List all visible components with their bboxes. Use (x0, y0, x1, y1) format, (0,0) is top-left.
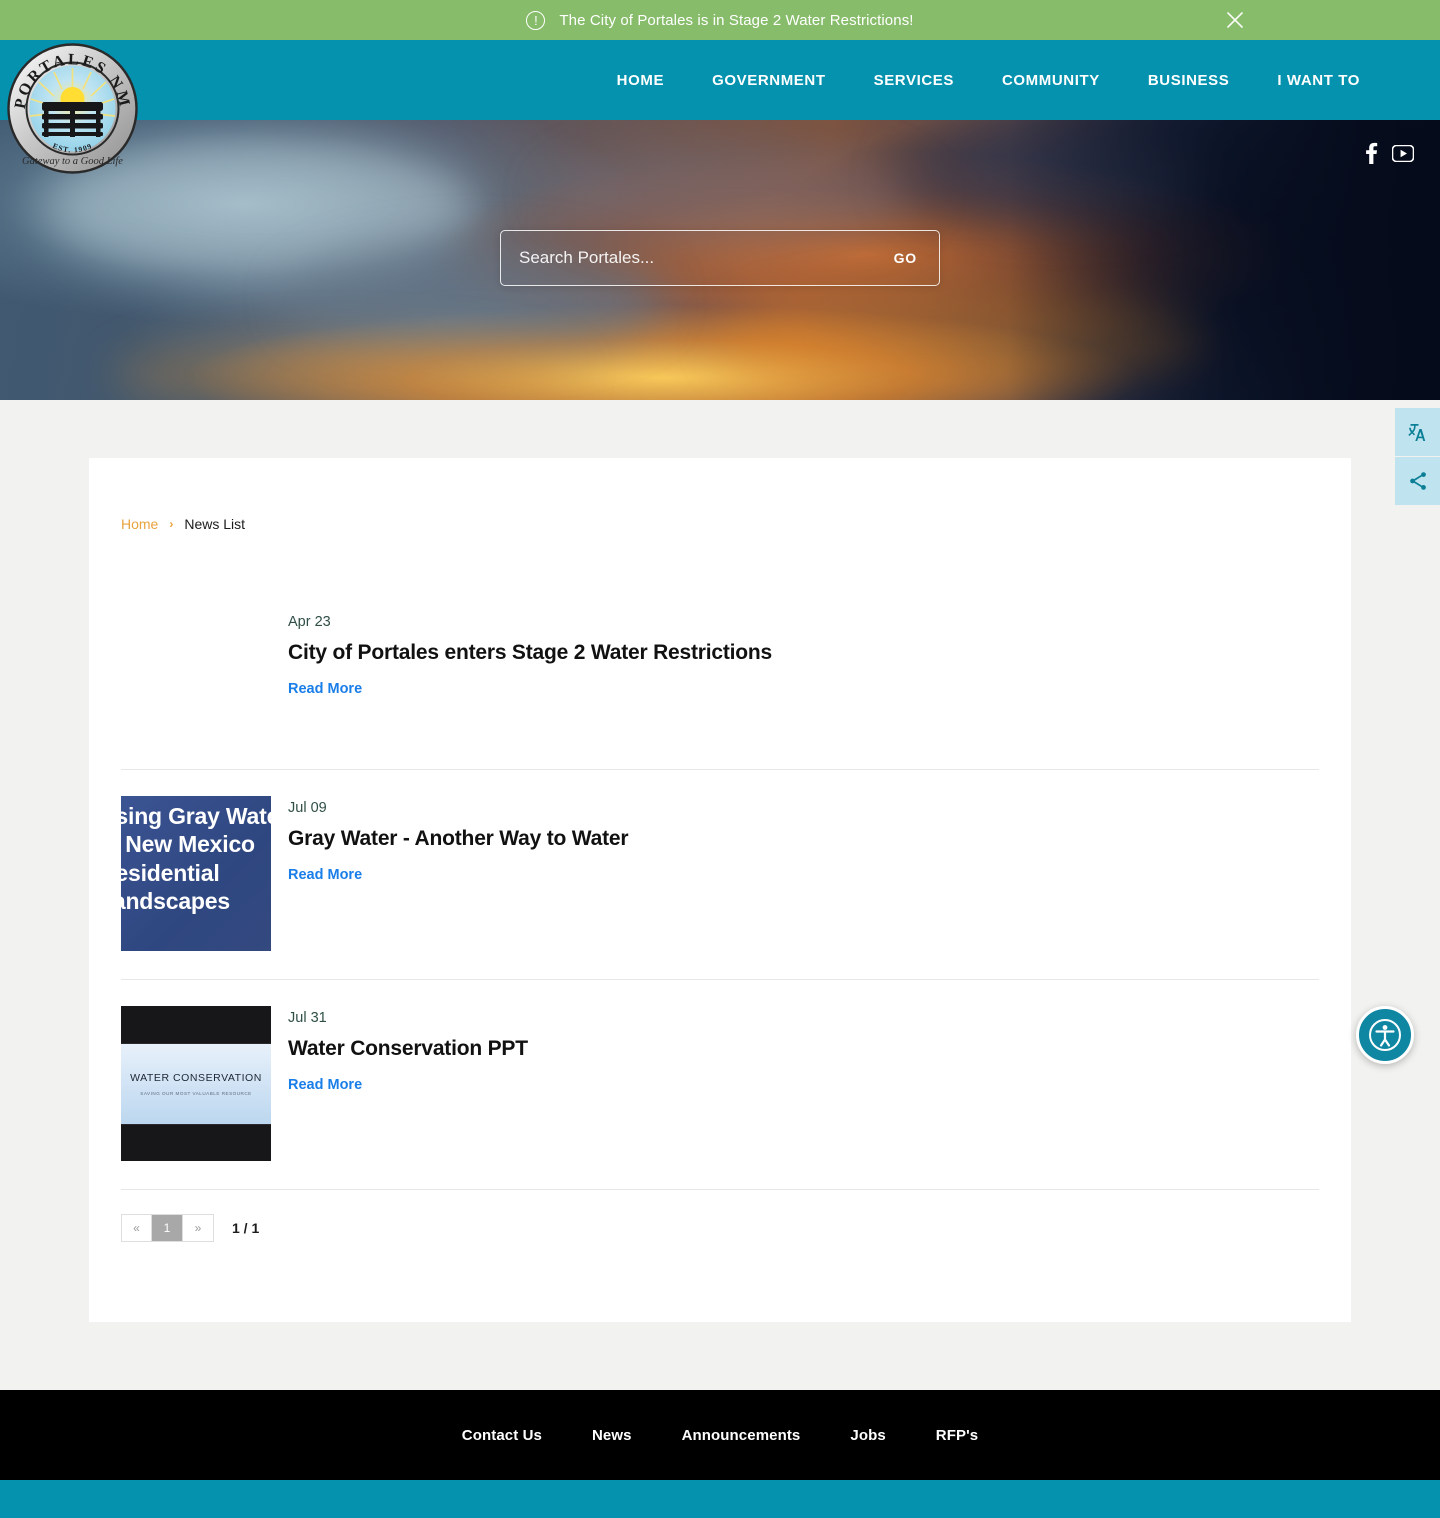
alert-bar: ! The City of Portales is in Stage 2 Wat… (0, 0, 1440, 40)
pagination: « 1 » 1 / 1 (121, 1214, 1351, 1322)
news-item-body: Apr 23 City of Portales enters Stage 2 W… (288, 610, 772, 698)
exclamation-circle-icon: ! (526, 10, 546, 30)
translate-icon[interactable] (1395, 408, 1440, 456)
news-item-date: Apr 23 (288, 614, 331, 630)
footer-link-contact-us[interactable]: Contact Us (462, 1427, 542, 1444)
city-logo[interactable]: EST. 1909 PORTALES NM Gateway to a Good … (6, 42, 139, 175)
chevron-right-icon: › (169, 517, 174, 531)
footer-link-news[interactable]: News (592, 1427, 632, 1444)
news-list: Apr 23 City of Portales enters Stage 2 W… (89, 574, 1351, 1190)
hero-banner: GO (0, 120, 1440, 400)
content-card: Home › News List Apr 23 City of Portales… (89, 458, 1351, 1322)
facebook-icon[interactable] (1365, 142, 1378, 164)
footer-link-announcements[interactable]: Announcements (682, 1427, 801, 1444)
pagination-count: 1 / 1 (232, 1220, 260, 1236)
news-item-thumbnail[interactable]: Using Gray Water in New Mexico Residenti… (121, 796, 271, 951)
alert-message: The City of Portales is in Stage 2 Water… (559, 11, 914, 29)
footer-link-jobs[interactable]: Jobs (850, 1427, 885, 1444)
thumbnail-caption: Using Gray Water in New Mexico Residenti… (121, 803, 271, 914)
news-item-read-more-link[interactable]: Read More (288, 867, 362, 883)
breadcrumb-home-link[interactable]: Home (121, 516, 158, 532)
nav-item-services[interactable]: SERVICES (850, 72, 978, 89)
news-list-item: Apr 23 City of Portales enters Stage 2 W… (121, 574, 1319, 770)
news-item-title[interactable]: Gray Water - Another Way to Water (288, 827, 629, 851)
hero-search-box: GO (500, 230, 940, 286)
breadcrumb: Home › News List (121, 516, 1351, 532)
nav-item-government[interactable]: GOVERNMENT (688, 72, 850, 89)
site-header: EST. 1909 PORTALES NM Gateway to a Good … (0, 40, 1440, 174)
news-list-item: Using Gray Water in New Mexico Residenti… (121, 770, 1319, 980)
pagination-next-button[interactable]: » (183, 1214, 214, 1242)
share-icon[interactable] (1395, 457, 1440, 505)
main-navigation: HOME GOVERNMENT SERVICES COMMUNITY BUSIN… (593, 40, 1384, 120)
youtube-icon[interactable] (1392, 144, 1414, 162)
nav-item-community[interactable]: COMMUNITY (978, 72, 1124, 89)
footer-copyright-bar: © Copyright 2022 Portales, NM • Powered … (0, 1480, 1440, 1518)
page-background: Home › News List Apr 23 City of Portales… (0, 400, 1440, 1390)
footer-links: Contact Us News Announcements Jobs RFP's (0, 1390, 1440, 1480)
nav-item-i-want-to[interactable]: I WANT TO (1253, 72, 1384, 89)
search-go-button[interactable]: GO (882, 250, 939, 266)
thumbnail-slide-title: WATER CONSERVATION (130, 1071, 262, 1084)
accessibility-icon[interactable] (1356, 1006, 1414, 1064)
news-item-read-more-link[interactable]: Read More (288, 1077, 362, 1093)
thumbnail-slide: WATER CONSERVATION SAVING OUR MOST VALUA… (121, 1042, 271, 1125)
news-item-title[interactable]: City of Portales enters Stage 2 Water Re… (288, 641, 772, 665)
hero-cloud (115, 338, 576, 400)
nav-item-business[interactable]: BUSINESS (1124, 72, 1254, 89)
breadcrumb-current: News List (184, 516, 246, 532)
pagination-page-1[interactable]: 1 (152, 1214, 183, 1242)
news-item-thumbnail[interactable]: WATER CONSERVATION SAVING OUR MOST VALUA… (121, 1006, 271, 1161)
news-item-body: Jul 31 Water Conservation PPT Read More (288, 1006, 528, 1094)
social-links (1365, 142, 1414, 164)
hero-cloud (547, 148, 922, 244)
news-item-date: Jul 09 (288, 800, 327, 816)
pager-buttons: « 1 » (121, 1214, 214, 1242)
search-input[interactable] (501, 248, 882, 268)
close-icon[interactable] (1222, 7, 1248, 33)
footer-link-rfps[interactable]: RFP's (936, 1427, 978, 1444)
news-list-item: WATER CONSERVATION SAVING OUR MOST VALUA… (121, 980, 1319, 1190)
svg-text:Gateway to a Good Life: Gateway to a Good Life (22, 156, 123, 167)
news-item-body: Jul 09 Gray Water - Another Way to Water… (288, 796, 629, 884)
news-item-title[interactable]: Water Conservation PPT (288, 1037, 528, 1061)
news-item-read-more-link[interactable]: Read More (288, 681, 362, 697)
news-item-date: Jul 31 (288, 1010, 327, 1026)
alert-content: ! The City of Portales is in Stage 2 Wat… (526, 10, 914, 30)
thumbnail-slide-subtitle: SAVING OUR MOST VALUABLE RESOURCE (140, 1090, 252, 1096)
nav-item-home[interactable]: HOME (593, 72, 688, 89)
side-tool-rail (1395, 408, 1440, 505)
pagination-prev-button[interactable]: « (121, 1214, 152, 1242)
